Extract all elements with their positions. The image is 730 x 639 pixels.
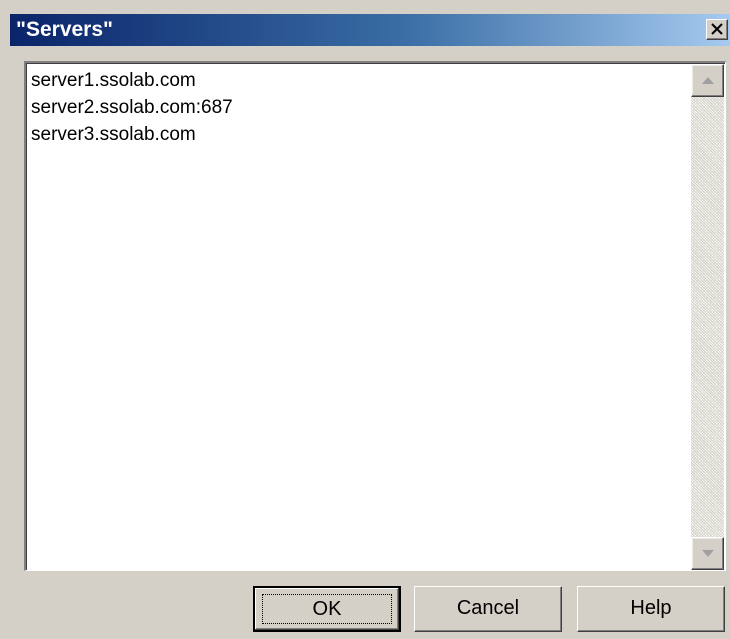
server-list[interactable]: server1.ssolab.com server2.ssolab.com:68… <box>24 61 726 571</box>
servers-dialog: "Servers" server1.ssolab.com server2.sso… <box>0 0 730 639</box>
list-item[interactable]: server1.ssolab.com <box>31 67 233 94</box>
help-button[interactable]: Help <box>577 586 725 632</box>
scroll-up-button[interactable] <box>691 64 724 97</box>
server-list-items: server1.ssolab.com server2.ssolab.com:68… <box>31 67 233 148</box>
window-title: "Servers" <box>16 18 113 41</box>
list-item[interactable]: server2.ssolab.com:687 <box>31 94 233 121</box>
close-button[interactable] <box>706 19 728 40</box>
list-item[interactable]: server3.ssolab.com <box>31 121 233 148</box>
cancel-button-label: Cancel <box>456 597 520 619</box>
close-icon <box>711 23 723 35</box>
help-button-label: Help <box>630 597 672 619</box>
arrow-down-icon <box>702 550 714 557</box>
ok-button[interactable]: OK <box>253 586 401 632</box>
title-bar[interactable]: "Servers" <box>10 14 730 46</box>
vertical-scrollbar[interactable] <box>691 64 724 570</box>
arrow-up-icon <box>702 77 714 84</box>
cancel-button[interactable]: Cancel <box>414 586 562 632</box>
scroll-down-button[interactable] <box>691 537 724 570</box>
ok-button-label: OK <box>312 598 342 620</box>
